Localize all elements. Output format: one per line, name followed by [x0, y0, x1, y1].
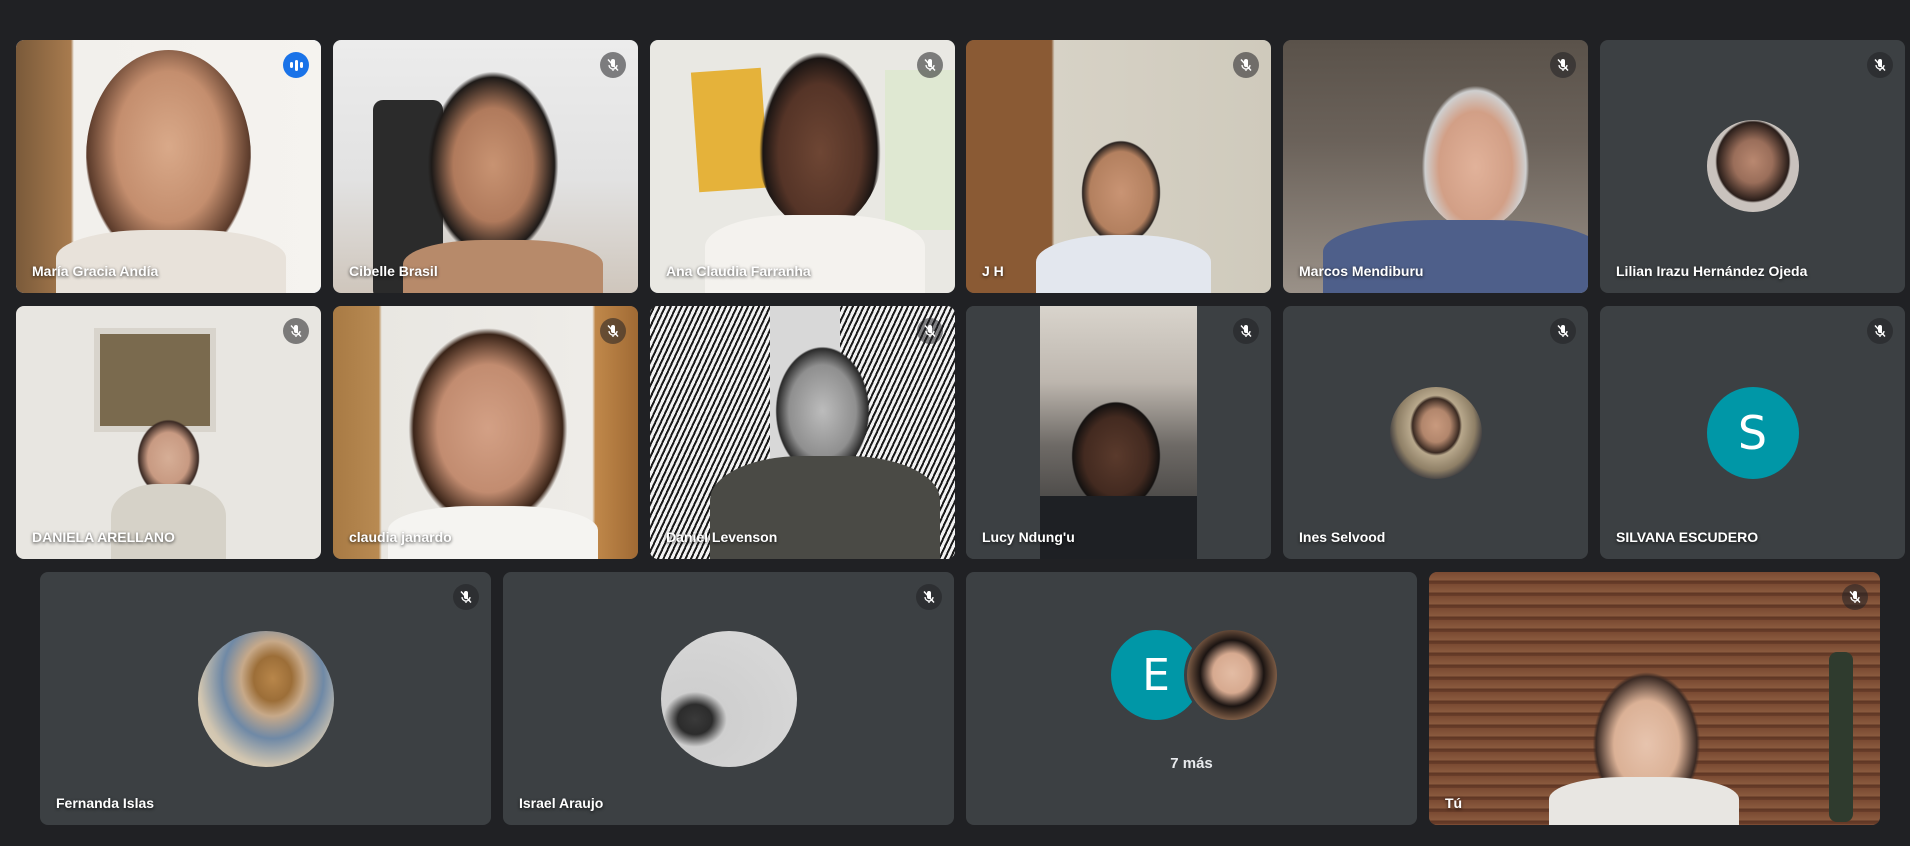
avatar [197, 630, 334, 767]
participant-tile-marcos-mendiburu[interactable]: Marcos Mendiburu [1283, 40, 1588, 293]
participant-video [1429, 572, 1880, 825]
speaking-indicator-icon [283, 52, 309, 78]
participant-name: Cibelle Brasil [349, 263, 438, 279]
mic-off-icon [1842, 584, 1868, 610]
mic-off-icon [600, 318, 626, 344]
meeting-grid: María Gracia Andía Cibelle Brasil Ana Cl… [0, 0, 1910, 846]
avatar [1389, 386, 1482, 479]
participant-name: Lilian Irazu Hernández Ojeda [1616, 263, 1808, 279]
avatar [1706, 120, 1799, 212]
participant-tile-self[interactable]: Tú [1429, 572, 1880, 825]
mic-off-icon [1867, 318, 1893, 344]
participant-name: Ines Selvood [1299, 529, 1386, 545]
mic-off-icon [1233, 318, 1259, 344]
avatar [1184, 627, 1280, 723]
participant-tile-jh[interactable]: J H [966, 40, 1271, 293]
participant-name: Ana Claudia Farranha [666, 263, 811, 279]
participant-tile-israel-araujo[interactable]: Israel Araujo [503, 572, 954, 825]
avatar [660, 630, 797, 767]
participant-name: Israel Araujo [519, 795, 604, 811]
participant-tile-claudia-janardo[interactable]: claudia janardo [333, 306, 638, 559]
participant-name: SILVANA ESCUDERO [1616, 529, 1759, 545]
participant-name: Fernanda Islas [56, 795, 155, 811]
participant-name: J H [982, 263, 1004, 279]
participant-tile-daniela-arellano[interactable]: DANIELA ARELLANO [16, 306, 321, 559]
participant-tile-ines-selvood[interactable]: Ines Selvood [1283, 306, 1588, 559]
more-participants-tile[interactable]: E 7 más [966, 572, 1417, 825]
more-participants-label: 7 más [1170, 755, 1213, 772]
participant-tile-cibelle-brasil[interactable]: Cibelle Brasil [333, 40, 638, 293]
letter-avatar: S [1706, 386, 1799, 479]
participant-tile-daniel-levenson[interactable]: Daniel Levenson [650, 306, 955, 559]
participant-tile-ana-claudia-farranha[interactable]: Ana Claudia Farranha [650, 40, 955, 293]
participant-video [650, 306, 955, 559]
participant-name: DANIELA ARELLANO [32, 529, 175, 545]
participant-name: Marcos Mendiburu [1299, 263, 1424, 279]
mic-off-icon [916, 584, 942, 610]
participant-tile-fernanda-islas[interactable]: Fernanda Islas [40, 572, 491, 825]
mic-off-icon [600, 52, 626, 78]
mic-off-icon [453, 584, 479, 610]
participant-tile-lilian-irazu-hernandez-ojeda[interactable]: Lilian Irazu Hernández Ojeda [1600, 40, 1905, 293]
mic-off-icon [1233, 52, 1259, 78]
participant-tile-silvana-escudero[interactable]: S SILVANA ESCUDERO [1600, 306, 1905, 559]
mic-off-icon [1550, 318, 1576, 344]
participant-name: María Gracia Andía [32, 263, 159, 279]
mic-off-icon [283, 318, 309, 344]
mic-off-icon [917, 318, 943, 344]
participant-video [333, 40, 638, 293]
participant-video [650, 40, 955, 293]
mic-off-icon [917, 52, 943, 78]
mic-off-icon [1867, 52, 1893, 78]
participant-tile-lucy-ndungu[interactable]: Lucy Ndung'u [966, 306, 1271, 559]
participant-name: Tú [1445, 795, 1463, 811]
participant-video [966, 40, 1271, 293]
participant-video [1283, 40, 1588, 293]
participant-video [16, 40, 321, 293]
participant-video [16, 306, 321, 559]
mic-off-icon [1550, 52, 1576, 78]
participant-video [333, 306, 638, 559]
participant-tile-maria-gracia-andia[interactable]: María Gracia Andía [16, 40, 321, 293]
participant-name: Lucy Ndung'u [982, 529, 1075, 545]
participant-name: claudia janardo [349, 529, 452, 545]
participant-name: Daniel Levenson [666, 529, 778, 545]
participant-video [966, 306, 1271, 559]
